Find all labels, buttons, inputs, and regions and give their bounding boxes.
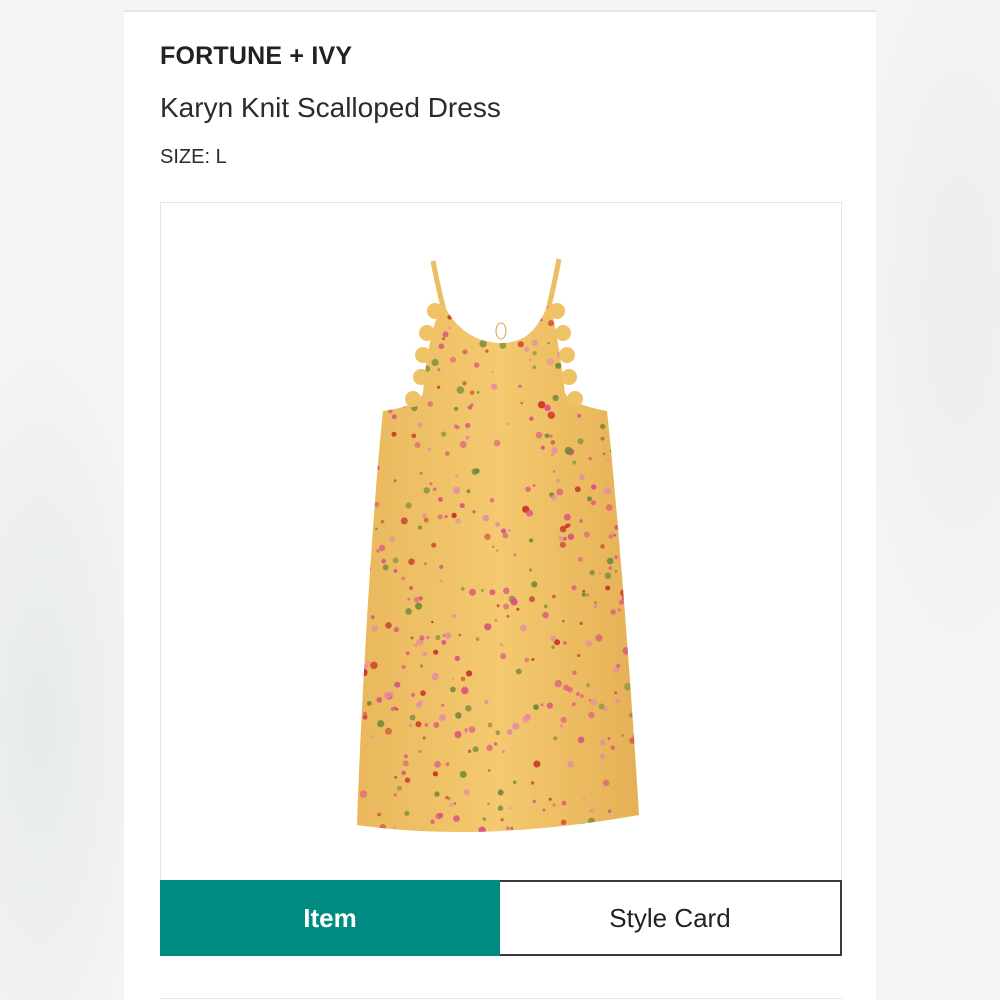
- view-tabs: Item Style Card: [160, 880, 842, 956]
- floral-dress-image: [357, 258, 639, 833]
- product-image-frame[interactable]: [160, 202, 842, 884]
- product-title: Karyn Knit Scalloped Dress: [160, 92, 501, 123]
- tab-style-card[interactable]: Style Card: [500, 880, 842, 956]
- product-card: FORTUNE + IVY Karyn Knit Scalloped Dress…: [124, 10, 876, 1000]
- tab-item[interactable]: Item: [160, 880, 500, 956]
- size-label: SIZE: L: [160, 146, 227, 168]
- divider: [160, 998, 842, 999]
- brand-name: FORTUNE + IVY: [160, 42, 353, 70]
